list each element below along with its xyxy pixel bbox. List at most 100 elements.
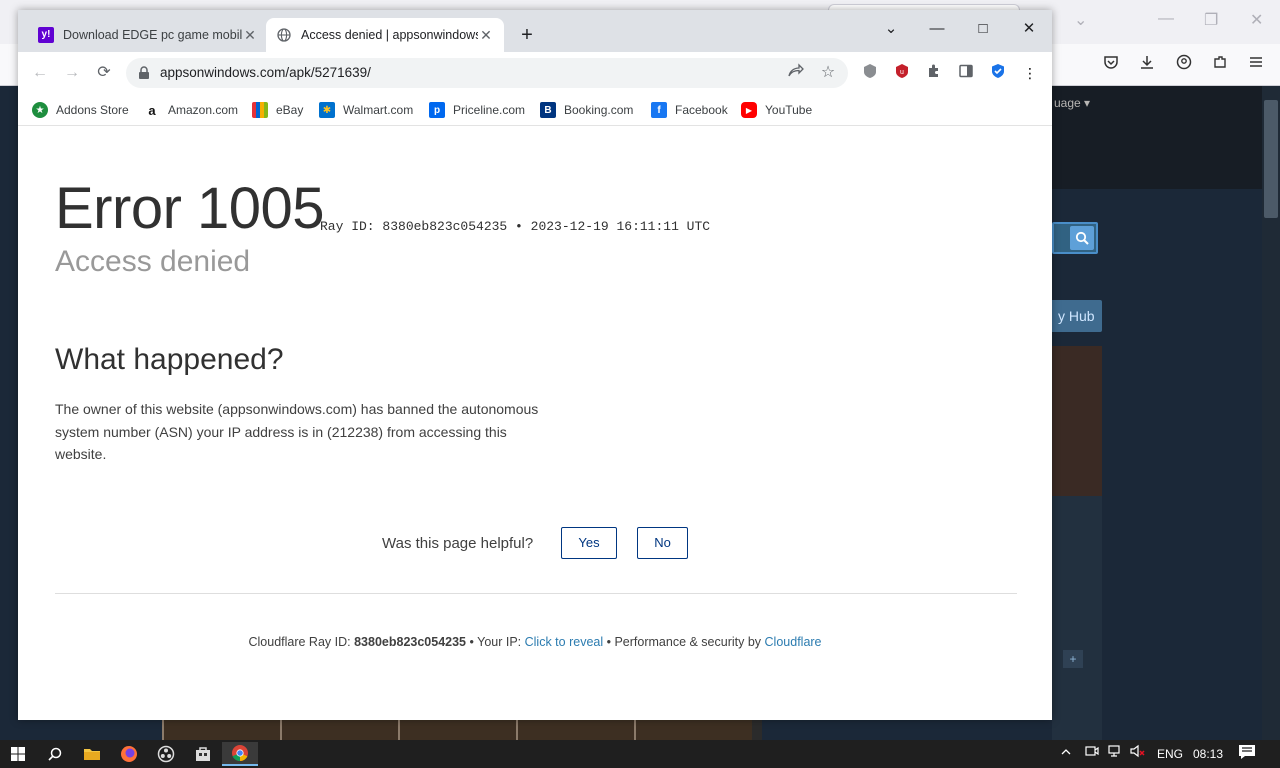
thumbnail[interactable] [398,720,516,740]
bookmark-label: Facebook [675,103,728,117]
reload-icon[interactable]: ⟳ [92,61,116,85]
background-restore-icon[interactable]: ❐ [1204,10,1218,30]
globe-icon [276,27,292,43]
lock-icon[interactable] [138,66,150,80]
chrome-menu-icon[interactable]: ⋮ [1020,63,1040,83]
thumbnail[interactable] [634,720,752,740]
download-icon[interactable] [1136,54,1158,76]
menu-icon[interactable] [1245,54,1267,76]
account-icon[interactable] [1173,54,1195,76]
browser-window: y! Download EDGE pc game mobile ✕ Access… [18,10,1052,720]
background-hub-button[interactable]: y Hub [1052,300,1102,332]
volume-muted-icon[interactable] [1130,744,1146,764]
tab-access-denied[interactable]: Access denied | appsonwindows ✕ [266,18,504,52]
bookmark-facebook[interactable]: f Facebook [651,100,728,120]
footer-perf-text: • Performance & security by [606,635,762,649]
bookmark-ebay[interactable]: eBay [252,100,303,120]
obs-icon[interactable] [148,742,184,766]
background-plus-button[interactable]: + [1063,650,1083,668]
amazon-icon: a [148,102,156,118]
clock[interactable]: 08:13 [1193,744,1223,764]
footer-ip-prefix: • Your IP: [469,635,522,649]
address-bar[interactable]: appsonwindows.com/apk/5271639/ ☆ [126,58,848,88]
meet-now-icon[interactable] [1085,744,1099,764]
chrome-icon[interactable] [222,742,258,766]
search-icon[interactable] [1070,226,1094,250]
network-icon[interactable] [1108,744,1124,764]
error-code-heading: Error 1005 [55,176,325,241]
walmart-icon: ✱ [319,102,335,118]
new-tab-button[interactable]: + [516,24,538,46]
bookmark-amazon[interactable]: a Amazon.com [144,100,238,120]
background-panel [1052,496,1102,740]
minimize-icon[interactable]: — [922,16,952,42]
hub-label: y Hub [1058,308,1095,324]
forward-icon[interactable]: → [60,61,84,85]
tab-strip: y! Download EDGE pc game mobile ✕ Access… [18,10,1052,52]
bookmark-addons-store[interactable]: ★ Addons Store [32,100,129,120]
back-icon[interactable]: ← [28,61,52,85]
explanation-text: The owner of this website (appsonwindows… [55,401,539,462]
browser-toolbar: ← → ⟳ appsonwindows.com/apk/5271639/ ☆ u… [18,52,1052,94]
ray-id-info: Ray ID: 8380eb823c054235 • 2023-12-19 16… [320,219,710,234]
bookmark-label: Walmart.com [343,103,414,117]
extensions-icon[interactable] [1209,54,1231,76]
background-banner [1052,346,1102,496]
extensions-puzzle-icon[interactable] [924,63,944,83]
bookmark-booking[interactable]: B Booking.com [540,100,633,120]
thumbnail[interactable] [280,720,398,740]
start-icon[interactable] [0,742,36,766]
yahoo-icon: y! [38,27,54,43]
footer-ray-prefix: Cloudflare Ray ID: [248,635,351,649]
firefox-icon[interactable] [111,742,147,766]
close-tab-icon[interactable]: ✕ [242,27,258,43]
divider [55,593,1017,594]
timestamp: 2023-12-19 16:11:11 UTC [530,219,711,234]
background-close-icon[interactable]: ✕ [1250,10,1263,30]
extension-gray-icon[interactable] [860,63,880,83]
thumbnail[interactable] [162,720,280,740]
feedback-yes-button[interactable]: Yes [561,527,617,559]
background-search-box[interactable] [1052,222,1098,254]
svg-text:u: u [900,69,904,76]
tray-overflow-icon[interactable] [1060,744,1072,764]
booking-icon: B [540,102,556,118]
close-tab-icon[interactable]: ✕ [478,27,494,43]
footer-ray-id: 8380eb823c054235 [354,635,467,649]
ray-id-text: Ray ID: 8380eb823c054235 • [320,219,523,234]
pocket-icon[interactable] [1100,54,1122,76]
reveal-ip-link[interactable]: Click to reveal [525,635,604,649]
side-panel-icon[interactable] [956,63,976,83]
bookmark-label: eBay [276,103,304,117]
share-icon[interactable] [786,63,806,83]
bookmark-label: Amazon.com [168,103,239,117]
close-window-icon[interactable]: ✕ [1014,16,1044,42]
url-text[interactable]: appsonwindows.com/apk/5271639/ [160,65,371,80]
ublock-icon[interactable]: u [892,63,912,83]
cloudflare-link[interactable]: Cloudflare [765,635,822,649]
bookmark-youtube[interactable]: ▶ YouTube [741,100,812,120]
background-scrollbar-thumb[interactable] [1264,100,1278,218]
bookmark-walmart[interactable]: ✱ Walmart.com [319,100,413,120]
background-tablist-icon[interactable]: ⌄ [1074,10,1087,30]
notifications-icon[interactable] [1238,744,1256,764]
thumbnail[interactable] [516,720,634,740]
error-subtitle: Access denied [55,245,251,278]
tab-title: Access denied | appsonwindows [301,28,478,42]
bookmark-priceline[interactable]: p Priceline.com [429,100,525,120]
file-explorer-icon[interactable] [74,742,110,766]
maximize-icon[interactable]: □ [968,16,998,42]
cloudflare-footer: Cloudflare Ray ID: 8380eb823c054235 • Yo… [18,635,1052,649]
language-indicator[interactable]: ENG [1157,744,1183,764]
language-dropdown[interactable]: uage ▾ [1054,96,1090,110]
bookmark-star-icon[interactable]: ☆ [818,63,838,83]
tab-search-icon[interactable]: ⌄ [876,16,906,42]
taskbar: ENG 08:13 [0,740,1280,768]
background-minimize-icon[interactable]: — [1158,10,1174,28]
bitwarden-shield-icon[interactable] [988,63,1008,83]
store-icon[interactable] [185,742,221,766]
bookmark-label: Priceline.com [453,103,526,117]
feedback-no-button[interactable]: No [637,527,688,559]
search-icon[interactable] [37,742,73,766]
tab-download-edge[interactable]: y! Download EDGE pc game mobile ✕ [28,18,268,52]
